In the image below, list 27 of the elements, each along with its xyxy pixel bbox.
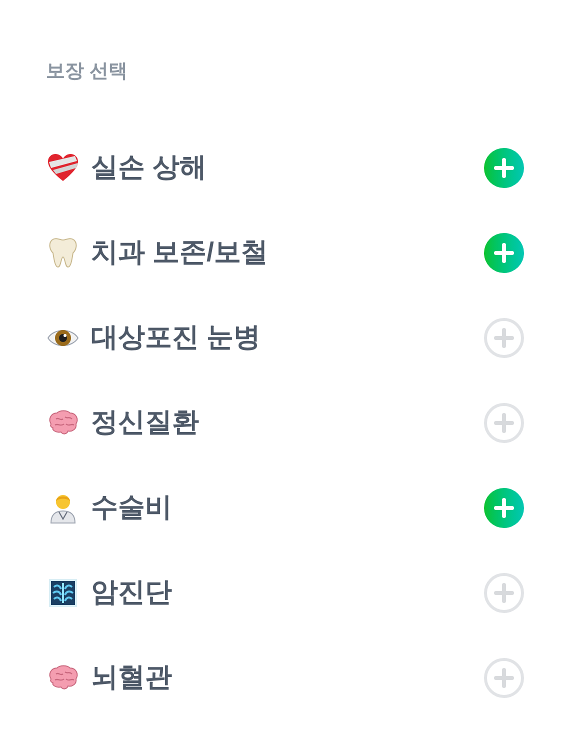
add-button[interactable] — [484, 402, 524, 442]
add-button[interactable] — [484, 572, 524, 612]
x-ray-icon — [48, 578, 78, 608]
plus-icon — [494, 242, 514, 262]
plus-icon — [494, 158, 514, 178]
coverage-label: 치과 보존/보철 — [91, 236, 268, 270]
tooth-icon — [48, 236, 78, 268]
coverage-label: 정신질환 — [91, 406, 199, 440]
brain-icon — [47, 410, 79, 436]
coverage-label: 대상포진 눈병 — [91, 321, 261, 354]
coverage-label: 실손 상해 — [91, 151, 207, 184]
coverage-label: 수술비 — [91, 491, 172, 524]
add-button[interactable] — [484, 318, 524, 358]
bandaged-heart-icon — [47, 152, 79, 182]
plus-icon — [494, 668, 514, 688]
add-button[interactable] — [484, 488, 524, 528]
coverage-label: 뇌혈관 — [91, 661, 172, 694]
plus-icon — [494, 328, 514, 348]
add-button[interactable] — [484, 148, 524, 188]
add-button[interactable] — [484, 658, 524, 698]
brain-icon — [47, 664, 79, 690]
plus-icon — [494, 412, 514, 432]
plus-icon — [494, 498, 514, 518]
add-button[interactable] — [484, 232, 524, 272]
section-heading: 보장 선택 — [46, 60, 128, 84]
plus-icon — [494, 582, 514, 602]
coverage-label: 암진단 — [91, 576, 172, 610]
